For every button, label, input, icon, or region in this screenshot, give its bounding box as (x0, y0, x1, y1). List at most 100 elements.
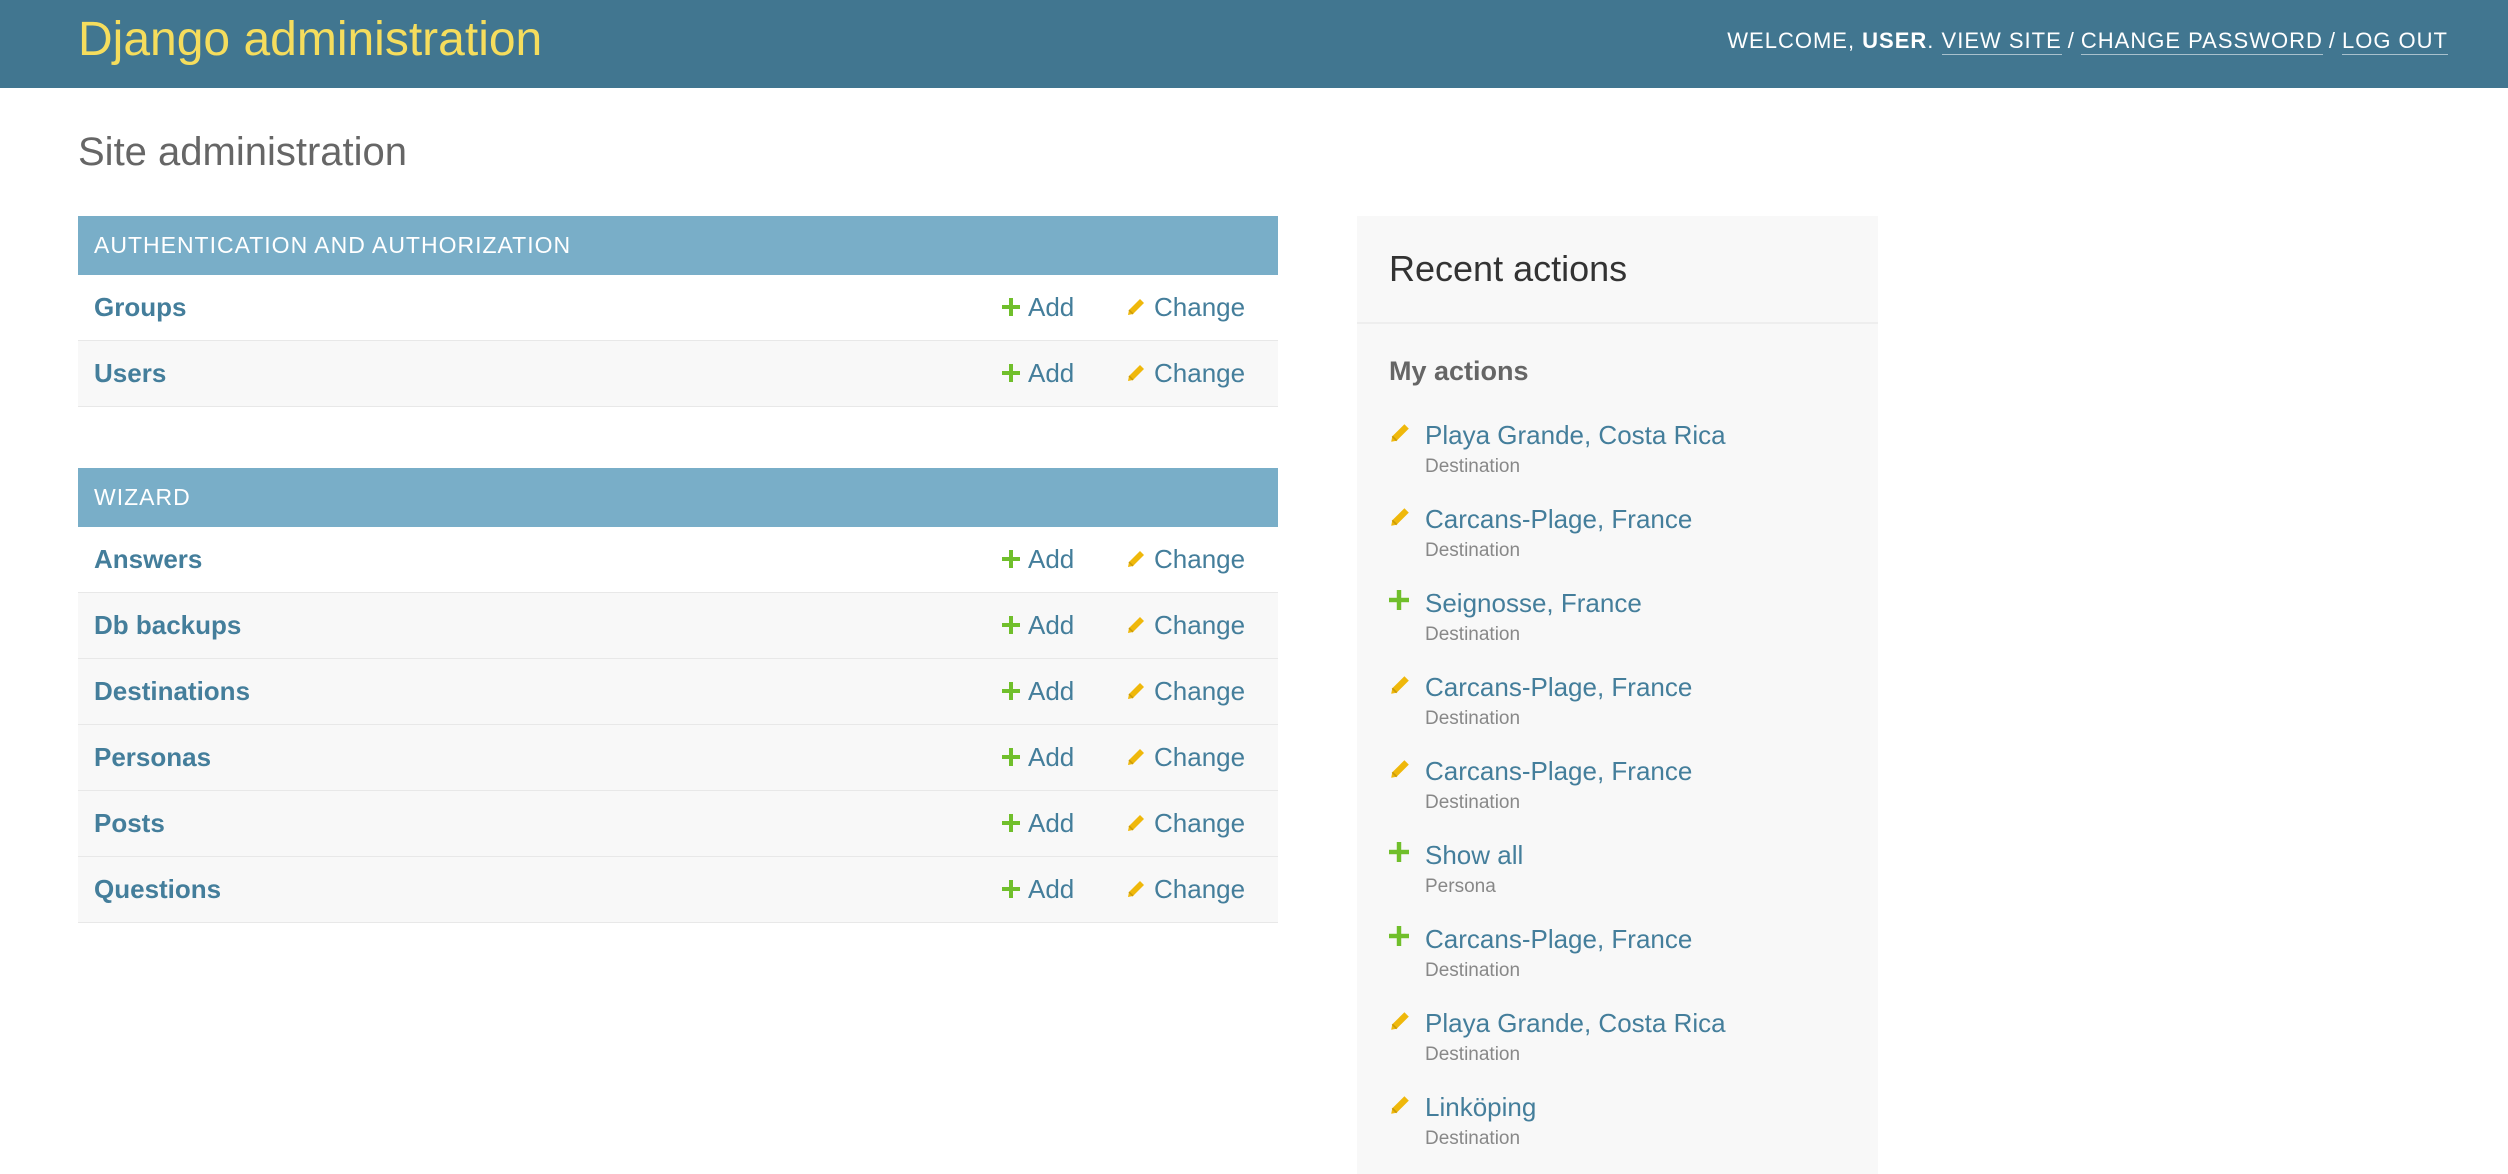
recent-action-type: Destination (1425, 1128, 1521, 1149)
model-row-users: Users Add Change (78, 341, 1278, 407)
pencil-icon (1128, 617, 1144, 634)
change-label: Change (1154, 874, 1246, 904)
add-link-answers[interactable]: Add (1002, 527, 1074, 592)
add-link-posts[interactable]: Add (1002, 791, 1074, 856)
plus-icon (1389, 590, 1409, 615)
add-link-db-backups[interactable]: Add (1002, 593, 1074, 658)
add-label: Add (1028, 874, 1075, 904)
change-link-personas[interactable]: Change (1126, 725, 1245, 790)
recent-action-item: Seignosse, France Destination (1357, 586, 1878, 670)
recent-action-item: Carcans-Plage, France Destination (1357, 754, 1878, 838)
recent-action-link[interactable]: Playa Grande, Costa Rica (1425, 1006, 1726, 1040)
change-label: Change (1154, 544, 1246, 574)
model-row-personas: Personas Add Change (78, 725, 1278, 791)
model-link-destinations[interactable]: Destinations (94, 659, 250, 724)
add-link-groups[interactable]: Add (1002, 275, 1074, 340)
plus-icon (1389, 926, 1409, 951)
model-row-groups: Groups Add Change (78, 275, 1278, 341)
model-link-questions[interactable]: Questions (94, 857, 221, 922)
change-link-answers[interactable]: Change (1126, 527, 1245, 592)
add-link-personas[interactable]: Add (1002, 725, 1074, 790)
page-title: Site administration (78, 130, 408, 174)
add-label: Add (1028, 742, 1075, 772)
change-password-link[interactable]: CHANGE PASSWORD (2080, 28, 2323, 55)
add-label: Add (1028, 544, 1075, 574)
recent-action-link[interactable]: Playa Grande, Costa Rica (1425, 418, 1726, 452)
recent-action-item: Carcans-Plage, France Destination (1357, 922, 1878, 1006)
change-link-groups[interactable]: Change (1126, 275, 1245, 340)
model-row-answers: Answers Add Change (78, 527, 1278, 593)
pencil-icon (1128, 881, 1144, 898)
action-list: Playa Grande, Costa Rica Destination Carca… (1357, 418, 1878, 1174)
model-link-groups[interactable]: Groups (94, 275, 186, 340)
pencil-icon (1389, 1010, 1411, 1037)
welcome-period: . (1927, 28, 1942, 53)
recent-action-type: Destination (1425, 708, 1521, 729)
pencil-icon (1389, 506, 1411, 533)
change-label: Change (1154, 808, 1246, 838)
model-link-db-backups[interactable]: Db backups (94, 593, 241, 658)
plus-icon (1002, 616, 1020, 635)
username: USER (1862, 28, 1928, 53)
change-link-destinations[interactable]: Change (1126, 659, 1245, 724)
model-row-destinations: Destinations Add Change (78, 659, 1278, 725)
recent-action-link[interactable]: Show all (1425, 838, 1523, 872)
recent-action-type: Destination (1425, 1044, 1521, 1065)
model-link-users[interactable]: Users (94, 341, 166, 406)
plus-icon (1002, 748, 1020, 767)
plus-icon (1002, 298, 1020, 317)
change-link-users[interactable]: Change (1126, 341, 1245, 406)
recent-action-type: Persona (1425, 876, 1496, 897)
add-link-users[interactable]: Add (1002, 341, 1074, 406)
add-link-questions[interactable]: Add (1002, 857, 1074, 922)
add-label: Add (1028, 676, 1075, 706)
recent-action-item: Show all Persona (1357, 838, 1878, 922)
plus-icon (1002, 364, 1020, 383)
view-site-link[interactable]: VIEW SITE (1941, 28, 2062, 55)
change-label: Change (1154, 742, 1246, 772)
plus-icon (1002, 814, 1020, 833)
recent-action-link[interactable]: Seignosse, France (1425, 586, 1642, 620)
recent-action-link[interactable]: Carcans-Plage, France (1425, 670, 1692, 704)
change-label: Change (1154, 358, 1246, 388)
recent-actions-panel: Recent actions My actions Playa Grande, … (1357, 216, 1878, 1174)
recent-action-item: Linköping Destination (1357, 1090, 1878, 1174)
separator: / (2067, 28, 2075, 53)
model-row-db-backups: Db backups Add Change (78, 593, 1278, 659)
recent-action-type: Destination (1425, 960, 1521, 981)
log-out-link[interactable]: LOG OUT (2341, 28, 2448, 55)
change-label: Change (1154, 292, 1246, 322)
pencil-icon (1128, 299, 1144, 316)
add-link-destinations[interactable]: Add (1002, 659, 1074, 724)
model-link-posts[interactable]: Posts (94, 791, 165, 856)
pencil-icon (1128, 683, 1144, 700)
module-caption[interactable]: WIZARD (78, 468, 1278, 527)
recent-action-type: Destination (1425, 540, 1521, 561)
add-label: Add (1028, 808, 1075, 838)
user-tools: WELCOME, USER. VIEW SITE / CHANGE PASSWORD… (1727, 26, 2448, 56)
change-label: Change (1154, 676, 1246, 706)
model-link-answers[interactable]: Answers (94, 527, 202, 592)
model-row-posts: Posts Add Change (78, 791, 1278, 857)
pencil-icon (1389, 1094, 1411, 1121)
change-link-posts[interactable]: Change (1126, 791, 1245, 856)
plus-icon (1389, 842, 1409, 867)
recent-action-link[interactable]: Carcans-Plage, France (1425, 922, 1692, 956)
pencil-icon (1389, 758, 1411, 785)
pencil-icon (1128, 365, 1144, 382)
site-branding[interactable]: Django administration (78, 12, 542, 68)
recent-action-item: Carcans-Plage, France Destination (1357, 502, 1878, 586)
recent-actions-title: Recent actions (1357, 216, 1878, 324)
model-link-personas[interactable]: Personas (94, 725, 211, 790)
change-label: Change (1154, 610, 1246, 640)
my-actions-heading: My actions (1389, 356, 1529, 386)
recent-action-link[interactable]: Linköping (1425, 1090, 1536, 1124)
module-auth: AUTHENTICATION AND AUTHORIZATION Groups … (78, 216, 1278, 407)
recent-action-item: Carcans-Plage, France Destination (1357, 670, 1878, 754)
change-link-db-backups[interactable]: Change (1126, 593, 1245, 658)
module-caption[interactable]: AUTHENTICATION AND AUTHORIZATION (78, 216, 1278, 275)
recent-action-link[interactable]: Carcans-Plage, France (1425, 502, 1692, 536)
recent-action-item: Playa Grande, Costa Rica Destination (1357, 1006, 1878, 1090)
change-link-questions[interactable]: Change (1126, 857, 1245, 922)
recent-action-link[interactable]: Carcans-Plage, France (1425, 754, 1692, 788)
